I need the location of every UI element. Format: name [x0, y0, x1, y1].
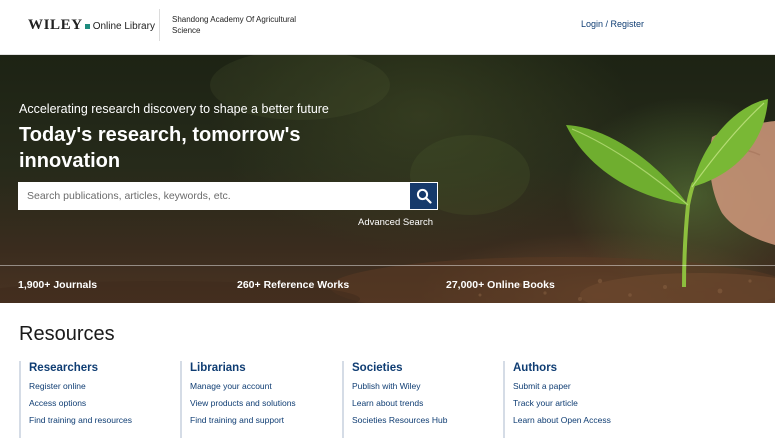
resources-heading: Resources	[19, 323, 115, 345]
manage-account-link[interactable]: Manage your account	[190, 381, 330, 391]
researchers-heading-link[interactable]: Researchers	[29, 362, 169, 374]
stat-journals: 1,900+ Journals	[18, 279, 98, 291]
stat-online-books: 27,000+ Online Books	[446, 279, 555, 291]
track-article-link[interactable]: Track your article	[513, 398, 653, 408]
search-button[interactable]	[409, 182, 438, 210]
wiley-online-library-logo[interactable]: WILEY Online Library	[28, 17, 155, 34]
resource-column-authors: Authors Submit a paper Track your articl…	[503, 361, 653, 438]
hero-banner: Accelerating research discovery to shape…	[0, 55, 775, 303]
magnifier-icon	[416, 188, 432, 204]
logo-wordmark: WILEY	[28, 17, 83, 33]
librarians-heading-link[interactable]: Librarians	[190, 362, 330, 374]
learn-about-trends-link[interactable]: Learn about trends	[352, 398, 492, 408]
submit-paper-link[interactable]: Submit a paper	[513, 381, 653, 391]
find-training-support-link[interactable]: Find training and support	[190, 415, 330, 425]
resource-column-societies: Societies Publish with Wiley Learn about…	[342, 361, 492, 438]
header-divider	[159, 9, 160, 41]
resource-column-researchers: Researchers Register online Access optio…	[19, 361, 169, 438]
search-input[interactable]	[18, 182, 409, 210]
find-training-resources-link[interactable]: Find training and resources	[29, 415, 169, 425]
stats-divider	[0, 265, 775, 266]
view-products-link[interactable]: View products and solutions	[190, 398, 330, 408]
advanced-search-link[interactable]: Advanced Search	[358, 217, 433, 228]
societies-resources-hub-link[interactable]: Societies Resources Hub	[352, 415, 492, 425]
logo-online-library-text: Online Library	[92, 21, 155, 32]
register-online-link[interactable]: Register online	[29, 381, 169, 391]
hero-headline: Today's research, tomorrow's innovation	[19, 124, 301, 172]
hero-tagline: Accelerating research discovery to shape…	[19, 102, 329, 116]
logo-square-dot-icon	[84, 24, 90, 29]
stat-reference-works: 260+ Reference Works	[237, 279, 350, 291]
login-register-link[interactable]: Login / Register	[581, 19, 644, 29]
resource-column-librarians: Librarians Manage your account View prod…	[180, 361, 330, 438]
authors-heading-link[interactable]: Authors	[513, 362, 653, 374]
institution-name: Shandong Academy Of Agricultural Science	[172, 15, 297, 35]
site-header: WILEY Online Library Shandong Academy Of…	[0, 0, 775, 55]
learn-open-access-link[interactable]: Learn about Open Access	[513, 415, 653, 425]
societies-heading-link[interactable]: Societies	[352, 362, 492, 374]
publish-with-wiley-link[interactable]: Publish with Wiley	[352, 381, 492, 391]
access-options-link[interactable]: Access options	[29, 398, 169, 408]
